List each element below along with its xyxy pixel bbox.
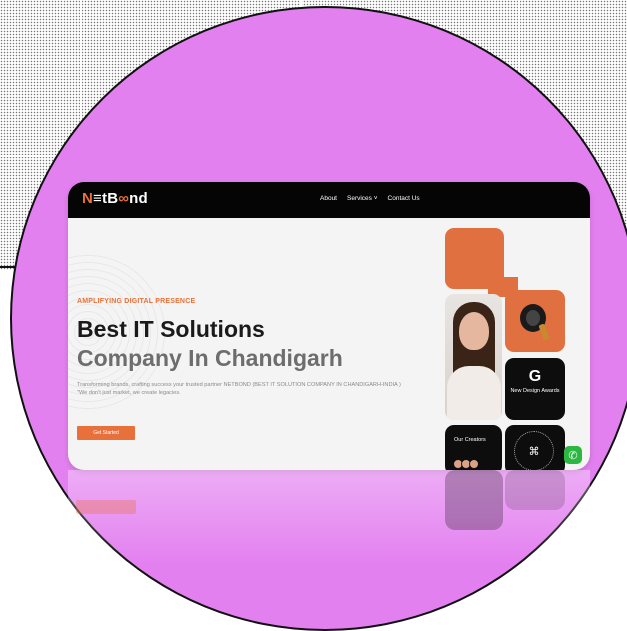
logo-letter-n: N [82,190,94,207]
hero-description-line2: "We don't just market, we create legacie… [77,390,181,396]
creators-card: Our Creators [445,425,502,470]
logo-text-part: nd [129,190,148,207]
nav-contact[interactable]: Contact Us [388,195,420,202]
photo-sweater [447,366,501,420]
nav-services[interactable]: Services ˅ [347,195,378,202]
photo-face [459,312,489,350]
logo-infinity-icon: ∞ [118,190,130,207]
hero-description: Transforming brands, crafting success yo… [77,381,429,397]
rotating-badge-icon: ⌘ [514,431,554,470]
megaphone-tile [505,290,565,352]
awards-label: New Design Awards [510,388,560,394]
hero-headline-line2: Company In Chandigarh [77,345,343,371]
whatsapp-icon[interactable]: ✆ [564,446,582,464]
logo-text-part: ≡tB [93,190,119,207]
reflection-card [445,470,503,530]
get-started-button[interactable]: Get Started [77,426,135,440]
website-screenshot: N≡tB∞nd About Services ˅ Contact Us AMPL… [68,182,590,470]
badge-card: ⌘ [505,425,565,470]
megaphone-icon [520,304,549,340]
navbar: N≡tB∞nd About Services ˅ Contact Us [68,182,590,218]
screenshot-reflection [68,470,590,565]
stage: N≡tB∞nd About Services ˅ Contact Us AMPL… [0,0,627,631]
reflection-button [76,500,136,514]
reflection-card [505,470,565,510]
design-awards-card: G New Design Awards [505,358,565,420]
avatar [469,459,479,469]
nav-about[interactable]: About [320,195,337,202]
hero-description-line1: Transforming brands, crafting success yo… [77,382,401,388]
model-photo [445,294,502,420]
creator-avatars [453,459,479,469]
creators-label: Our Creators [454,437,486,443]
awards-icon: G [528,368,542,385]
hero-headline-line1: Best IT Solutions [77,316,265,342]
netbond-logo[interactable]: N≡tB∞nd [82,190,148,207]
nav-menu: About Services ˅ Contact Us [320,195,420,202]
hero-tagline: AMPLIFYING DIGITAL PRESENCE [77,298,196,305]
